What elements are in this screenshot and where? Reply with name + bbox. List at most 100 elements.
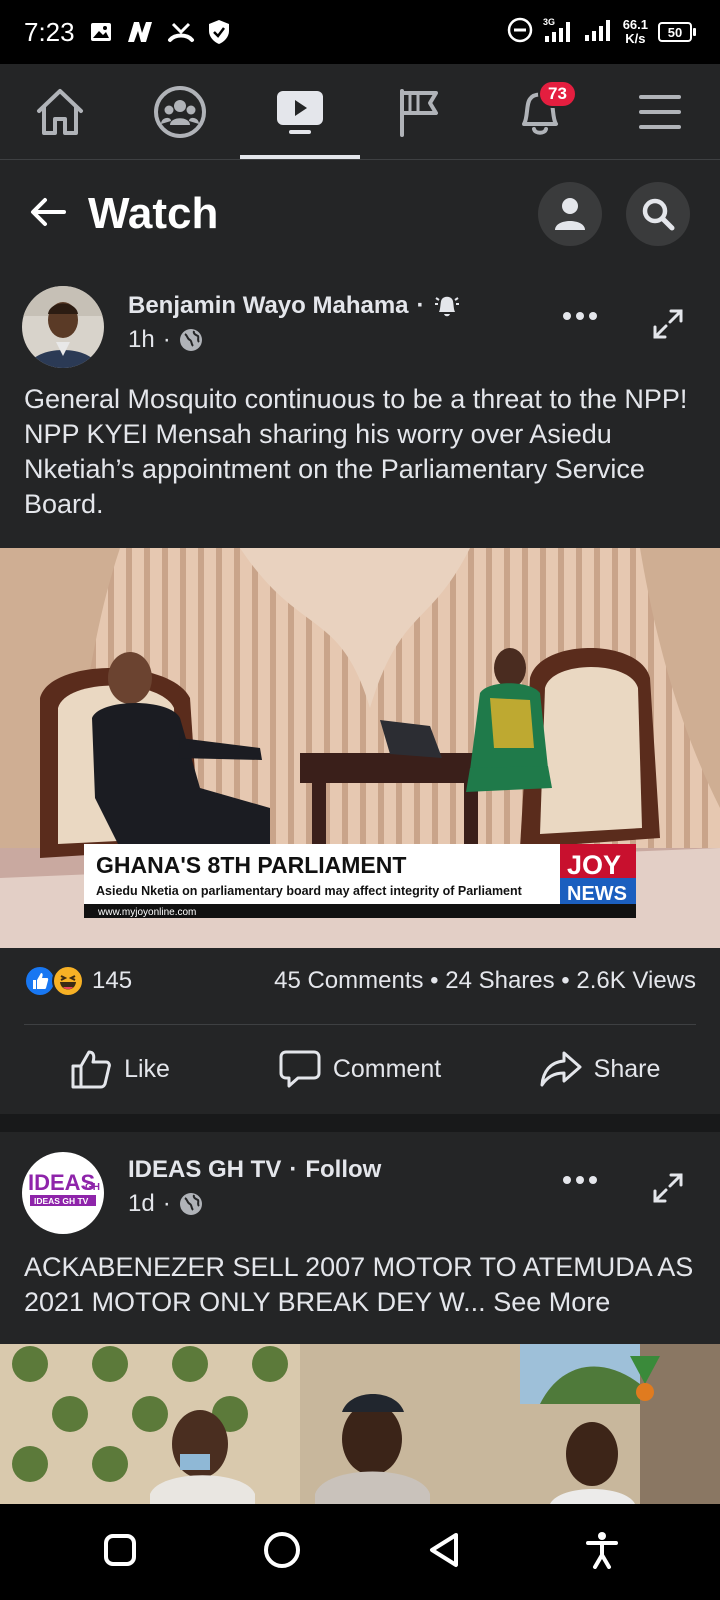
post-meta: 1h · bbox=[128, 326, 203, 354]
post-time: 1d bbox=[128, 1190, 155, 1217]
post-card: Benjamin Wayo Mahama · 1h · General Mosq… bbox=[0, 268, 720, 1114]
like-label: Like bbox=[124, 1054, 170, 1083]
author-line: IDEAS GH TV · Follow bbox=[128, 1156, 381, 1184]
share-label: Share bbox=[593, 1054, 661, 1083]
separator-dot: · bbox=[289, 1156, 298, 1183]
author-name[interactable]: Benjamin Wayo Mahama bbox=[128, 292, 409, 320]
like-button[interactable]: Like bbox=[0, 1026, 240, 1112]
back-arrow-icon[interactable] bbox=[30, 197, 66, 232]
video-banner-url: www.myjoyonline.com bbox=[97, 907, 196, 918]
net-speed-unit: K/s bbox=[625, 31, 646, 46]
gallery-icon bbox=[89, 20, 113, 44]
battery-level: 50 bbox=[658, 22, 692, 42]
home-nav-button[interactable] bbox=[262, 1530, 302, 1575]
recents-icon bbox=[104, 1533, 136, 1566]
accessibility-icon bbox=[586, 1531, 618, 1569]
post-header: Benjamin Wayo Mahama · 1h · bbox=[0, 268, 720, 368]
post-header: IDEAS GH IDEAS GH TV IDEAS GH TV · Follo… bbox=[0, 1132, 720, 1234]
video-frame: GHANA'S 8TH PARLIAMENT Asiedu Nketia on … bbox=[0, 548, 720, 948]
ideas-logo-sub: GH bbox=[85, 1182, 100, 1193]
accessibility-button[interactable] bbox=[586, 1531, 618, 1574]
post-stats[interactable]: 45 Comments • 24 Shares • 2.6K Views bbox=[274, 967, 696, 995]
comment-icon bbox=[279, 1050, 321, 1088]
person-icon bbox=[555, 198, 585, 230]
svg-text:3G: 3G bbox=[543, 17, 555, 27]
comment-button[interactable]: Comment bbox=[240, 1026, 480, 1112]
more-options-button[interactable] bbox=[562, 308, 598, 326]
expand-button[interactable] bbox=[652, 308, 684, 345]
follow-button[interactable]: Follow bbox=[305, 1156, 381, 1184]
separator-dot: · bbox=[416, 292, 425, 319]
reactions-row: 145 45 Comments • 24 Shares • 2.6K Views bbox=[0, 946, 720, 1016]
video-frame bbox=[0, 1344, 720, 1504]
nav-pages[interactable] bbox=[360, 64, 480, 159]
post-text: General Mosquito continuous to be a thre… bbox=[24, 384, 688, 519]
missed-call-icon bbox=[167, 20, 195, 44]
status-bar: 7:23 3G 66.1 K/s 50 bbox=[0, 0, 720, 64]
globe-icon bbox=[179, 329, 202, 351]
hamburger-menu-icon bbox=[639, 94, 681, 129]
nav-watch[interactable] bbox=[240, 64, 360, 159]
joy-logo-top: JOY bbox=[567, 850, 621, 880]
more-dots-icon bbox=[563, 1176, 597, 1184]
reaction-icons[interactable] bbox=[24, 965, 84, 997]
signal-3g-icon: 3G bbox=[543, 16, 573, 49]
status-time: 7:23 bbox=[24, 16, 75, 47]
haha-reaction-icon bbox=[52, 965, 84, 997]
author-avatar[interactable]: IDEAS GH IDEAS GH TV bbox=[22, 1152, 104, 1234]
share-icon bbox=[540, 1051, 582, 1087]
top-nav: 73 bbox=[0, 64, 720, 160]
dnd-icon bbox=[507, 17, 533, 48]
notifications-badge: 73 bbox=[538, 80, 577, 108]
nav-groups[interactable] bbox=[120, 64, 240, 159]
recents-button[interactable] bbox=[102, 1532, 138, 1573]
watch-icon bbox=[277, 90, 323, 134]
more-dots-icon bbox=[563, 312, 597, 320]
nav-menu[interactable] bbox=[600, 64, 720, 159]
net-speed: 66.1 K/s bbox=[623, 18, 648, 46]
separator-dot: · bbox=[162, 1190, 171, 1217]
net-speed-value: 66.1 bbox=[622, 17, 648, 32]
battery-icon: 50 bbox=[658, 22, 696, 42]
ideas-logo-caption: IDEAS GH TV bbox=[34, 1196, 89, 1206]
expand-icon bbox=[653, 1173, 683, 1203]
author-name[interactable]: IDEAS GH TV bbox=[128, 1156, 281, 1184]
search-button[interactable] bbox=[626, 182, 690, 246]
share-button[interactable]: Share bbox=[480, 1026, 720, 1112]
search-icon bbox=[642, 198, 675, 231]
expand-icon bbox=[653, 309, 683, 339]
nav-notifications[interactable]: 73 bbox=[480, 64, 600, 159]
page-title: Watch bbox=[88, 189, 219, 238]
signal-icon bbox=[583, 17, 613, 48]
back-triangle-icon bbox=[430, 1532, 458, 1567]
video-player[interactable] bbox=[0, 1344, 720, 1504]
bell-active-icon[interactable] bbox=[433, 292, 461, 320]
home-circle-icon bbox=[264, 1531, 300, 1568]
more-options-button[interactable] bbox=[562, 1172, 598, 1190]
globe-icon bbox=[179, 1193, 202, 1215]
video-player[interactable]: GHANA'S 8TH PARLIAMENT Asiedu Nketia on … bbox=[0, 548, 720, 948]
home-icon bbox=[37, 88, 83, 135]
profile-button[interactable] bbox=[538, 182, 602, 246]
thumbs-up-icon bbox=[71, 1050, 111, 1089]
post-actions: Like Comment Share bbox=[0, 1026, 720, 1112]
see-more-link[interactable]: See More bbox=[493, 1287, 610, 1317]
divider bbox=[24, 1024, 696, 1025]
android-nav-bar bbox=[0, 1504, 720, 1600]
post-text: ACKABENEZER SELL 2007 MOTOR TO ATEMUDA A… bbox=[0, 1228, 720, 1320]
post-time: 1h bbox=[128, 326, 155, 353]
video-banner-subtitle: Asiedu Nketia on parliamentary board may… bbox=[96, 884, 523, 898]
expand-button[interactable] bbox=[652, 1172, 684, 1209]
comment-label: Comment bbox=[332, 1054, 442, 1083]
separator-dot: · bbox=[162, 326, 171, 353]
author-avatar[interactable] bbox=[22, 286, 104, 368]
post-card: IDEAS GH IDEAS GH TV IDEAS GH TV · Follo… bbox=[0, 1132, 720, 1504]
post-meta: 1d · bbox=[128, 1190, 203, 1218]
reactions-count[interactable]: 145 bbox=[92, 967, 132, 995]
author-line: Benjamin Wayo Mahama · bbox=[128, 292, 461, 320]
nav-home[interactable] bbox=[0, 64, 120, 159]
n-app-icon bbox=[125, 20, 155, 44]
flag-icon bbox=[400, 88, 438, 137]
back-button[interactable] bbox=[426, 1531, 462, 1574]
watch-header: Watch bbox=[0, 160, 720, 268]
